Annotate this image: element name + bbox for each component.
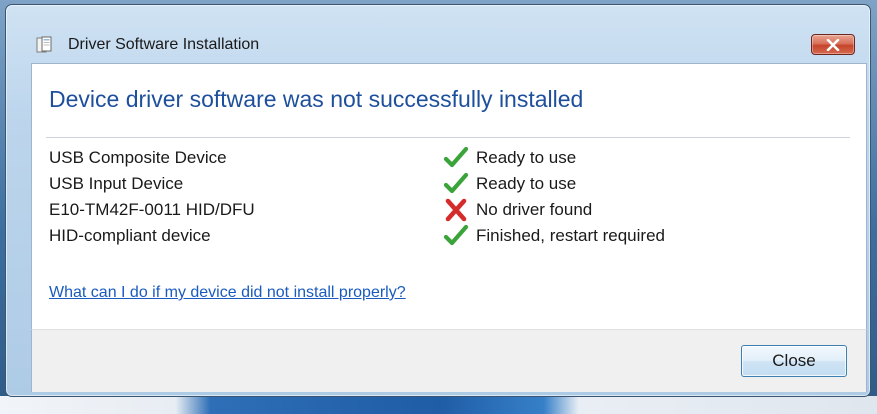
device-status: Ready to use (476, 174, 577, 193)
device-list: USB Composite Device Ready to use USB In… (49, 144, 849, 248)
help-link[interactable]: What can I do if my device did not insta… (49, 283, 406, 303)
device-name: USB Composite Device (49, 148, 227, 167)
close-icon (826, 38, 840, 51)
green-check-icon (443, 224, 469, 246)
list-item: E10-TM42F-0011 HID/DFU No driver found (49, 196, 849, 222)
device-name: USB Input Device (49, 174, 184, 193)
desktop-background (0, 396, 877, 414)
red-x-icon (445, 198, 467, 222)
divider (46, 137, 850, 138)
list-item: USB Composite Device Ready to use (49, 144, 849, 170)
list-item: HID-compliant device Finished, restart r… (49, 222, 849, 248)
green-check-icon (443, 172, 469, 194)
driver-install-icon (36, 36, 52, 53)
list-item: USB Input Device Ready to use (49, 170, 849, 196)
dialog-footer: Close (31, 329, 867, 392)
device-status: No driver found (476, 200, 593, 219)
device-status: Ready to use (476, 148, 577, 167)
close-button[interactable]: Close (741, 345, 847, 377)
titlebar-close-button[interactable] (811, 34, 855, 55)
window-title: Driver Software Installation (68, 36, 260, 53)
device-name: HID-compliant device (49, 226, 211, 245)
green-check-icon (443, 146, 469, 168)
device-name: E10-TM42F-0011 HID/DFU (49, 200, 255, 219)
dialog-content: Device driver software was not successfu… (31, 63, 867, 330)
device-status: Finished, restart required (476, 226, 665, 245)
main-instruction: Device driver software was not successfu… (49, 86, 584, 112)
